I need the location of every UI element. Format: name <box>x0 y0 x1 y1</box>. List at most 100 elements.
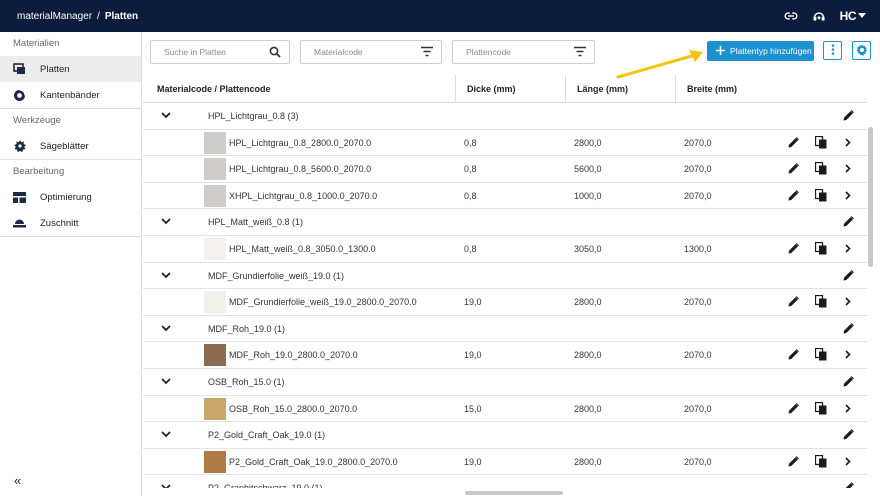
sidebar-item-kantenbaender[interactable]: Kantenbänder <box>0 82 141 108</box>
search-icon[interactable] <box>269 46 281 60</box>
column-header-breite[interactable]: Breite (mm) <box>687 75 737 103</box>
chevron-right-icon[interactable] <box>845 244 851 255</box>
group-row[interactable]: P2_Graphitschwarz_19.0 (1) <box>143 475 867 488</box>
copy-icon[interactable] <box>814 348 827 363</box>
table-row[interactable]: HPL_Lichtgrau_0.8_2800.0_2070.0 0,8 2800,0… <box>143 130 867 157</box>
search-input[interactable]: Suche in Platten <box>150 40 290 64</box>
plattencode-filter[interactable]: Plattencode <box>452 40 595 64</box>
edit-icon[interactable] <box>843 269 854 283</box>
account-menu-icon[interactable]: HC <box>840 9 866 23</box>
add-platetype-button[interactable]: Plattentyp hinzufügen <box>707 41 814 61</box>
collapse-sidebar-button[interactable]: « <box>14 473 21 488</box>
edit-icon[interactable] <box>843 322 854 336</box>
chevron-down-icon[interactable] <box>161 377 171 387</box>
chevron-right-icon[interactable] <box>845 350 851 361</box>
copy-icon[interactable] <box>814 162 827 177</box>
materialcode-filter[interactable]: Materialcode <box>300 40 442 64</box>
chevron-down-icon[interactable] <box>161 111 171 121</box>
sidebar-item-optimierung[interactable]: Optimierung <box>0 184 141 210</box>
chevron-right-icon[interactable] <box>845 403 851 415</box>
breite-cell: 2070,0 <box>684 456 712 467</box>
breite-cell: 1300,0 <box>684 243 712 254</box>
app-name[interactable]: materialManager <box>17 11 92 22</box>
table-row[interactable]: OSB_Roh_15.0_2800.0_2070.0 15,0 2800,0 2070… <box>143 396 867 423</box>
copy-icon[interactable] <box>814 401 827 417</box>
copy-icon[interactable] <box>814 295 827 310</box>
more-options-button[interactable] <box>823 41 842 60</box>
chevron-down-icon[interactable] <box>161 271 171 281</box>
cutting-icon <box>13 217 26 230</box>
edit-icon[interactable] <box>788 163 799 176</box>
edit-icon[interactable] <box>788 402 799 416</box>
chevron-right-icon[interactable] <box>845 191 851 202</box>
edit-icon[interactable] <box>788 349 799 362</box>
group-row[interactable]: P2_Gold_Craft_Oak_19.0 (1) <box>143 422 867 449</box>
group-row[interactable]: MDF_Roh_19.0 (1) <box>143 315 867 343</box>
copy-icon[interactable] <box>814 241 827 257</box>
horizontal-scroll-thumb[interactable] <box>465 491 563 495</box>
chevron-right-icon[interactable] <box>845 457 851 468</box>
group-row[interactable]: OSB_Roh_15.0 (1) <box>143 368 867 396</box>
sidebar-item-label: Sägeblätter <box>40 140 89 152</box>
copy-icon[interactable] <box>814 135 827 151</box>
chevron-right-icon[interactable] <box>845 297 851 308</box>
material-swatch <box>204 291 226 314</box>
horizontal-scrollbar[interactable] <box>143 489 867 496</box>
logo: HC <box>839 9 857 23</box>
column-header-code[interactable]: Materialcode / Plattencode <box>157 75 271 103</box>
edit-icon[interactable] <box>843 482 854 488</box>
chevron-down-icon[interactable] <box>161 217 171 227</box>
sidebar-item-platten[interactable]: Platten <box>0 56 141 82</box>
laenge-cell: 2800,0 <box>574 297 602 308</box>
sidebar-item-zuschnitt[interactable]: Zuschnitt <box>0 210 141 236</box>
chevron-right-icon[interactable] <box>845 164 851 175</box>
table-row[interactable]: XHPL_Lichtgrau_0.8_1000.0_2070.0 0,8 1000,… <box>143 183 867 210</box>
breite-cell: 2070,0 <box>684 350 712 361</box>
edit-icon[interactable] <box>788 296 799 309</box>
group-row[interactable]: HPL_Matt_weiß_0.8 (1) <box>143 209 867 236</box>
plattencode-filter-placeholder: Plattencode <box>466 47 511 57</box>
laenge-cell: 2800,0 <box>574 350 602 361</box>
sidebar-item-saegeblaetter[interactable]: Sägeblätter <box>0 133 141 159</box>
edit-icon[interactable] <box>843 429 854 442</box>
table-row[interactable]: MDF_Grundierfolie_weiß_19.0_2800.0_2070.… <box>143 289 867 316</box>
breite-cell: 2070,0 <box>684 403 712 414</box>
edit-icon[interactable] <box>788 455 799 469</box>
edit-icon[interactable] <box>788 243 799 256</box>
table-row[interactable]: HPL_Lichtgrau_0.8_5600.0_2070.0 0,8 5600,0… <box>143 156 867 183</box>
filter-icon[interactable] <box>574 46 586 59</box>
sidebar: Materialien Platten Kantenbänder Werkzeu… <box>0 32 142 496</box>
vertical-scrollbar[interactable] <box>868 127 873 267</box>
laenge-cell: 3050,0 <box>574 243 602 254</box>
filter-icon[interactable] <box>421 46 433 59</box>
chevron-down-icon[interactable] <box>161 430 171 440</box>
link-icon[interactable] <box>784 9 798 23</box>
edit-icon[interactable] <box>788 136 799 150</box>
edit-icon[interactable] <box>843 376 854 389</box>
table-header: Materialcode / Plattencode Dicke (mm) Lä… <box>143 75 867 103</box>
chevron-right-icon[interactable] <box>845 138 851 149</box>
edit-icon[interactable] <box>843 216 854 229</box>
chevron-down-icon[interactable] <box>161 324 171 334</box>
column-header-laenge[interactable]: Länge (mm) <box>577 75 628 103</box>
plattencode-cell: OSB_Roh_15.0_2800.0_2070.0 <box>229 403 358 414</box>
group-name: P2_Gold_Craft_Oak_19.0 (1) <box>208 430 326 441</box>
table-row[interactable]: HPL_Matt_weiß_0.8_3050.0_1300.0 0,8 3050,0… <box>143 236 867 263</box>
sidebar-item-label: Platten <box>40 63 70 75</box>
chevron-down-icon[interactable] <box>161 483 171 488</box>
dicke-cell: 0,8 <box>464 190 477 201</box>
breadcrumb-separator: / <box>97 10 100 22</box>
group-name: MDF_Roh_19.0 (1) <box>208 323 286 334</box>
group-row[interactable]: HPL_Lichtgrau_0.8 (3) <box>143 103 867 130</box>
group-row[interactable]: MDF_Grundierfolie_weiß_19.0 (1) <box>143 262 867 290</box>
support-icon[interactable] <box>812 9 826 23</box>
table-row[interactable]: P2_Gold_Craft_Oak_19.0_2800.0_2070.0 19,0… <box>143 449 867 476</box>
dicke-cell: 0,8 <box>464 243 477 254</box>
edit-icon[interactable] <box>843 110 854 123</box>
settings-button[interactable] <box>852 41 871 60</box>
copy-icon[interactable] <box>814 188 827 204</box>
edit-icon[interactable] <box>788 189 799 203</box>
copy-icon[interactable] <box>814 454 827 470</box>
column-header-dicke[interactable]: Dicke (mm) <box>467 75 516 103</box>
table-row[interactable]: MDF_Roh_19.0_2800.0_2070.0 19,0 2800,0 2070… <box>143 342 867 369</box>
